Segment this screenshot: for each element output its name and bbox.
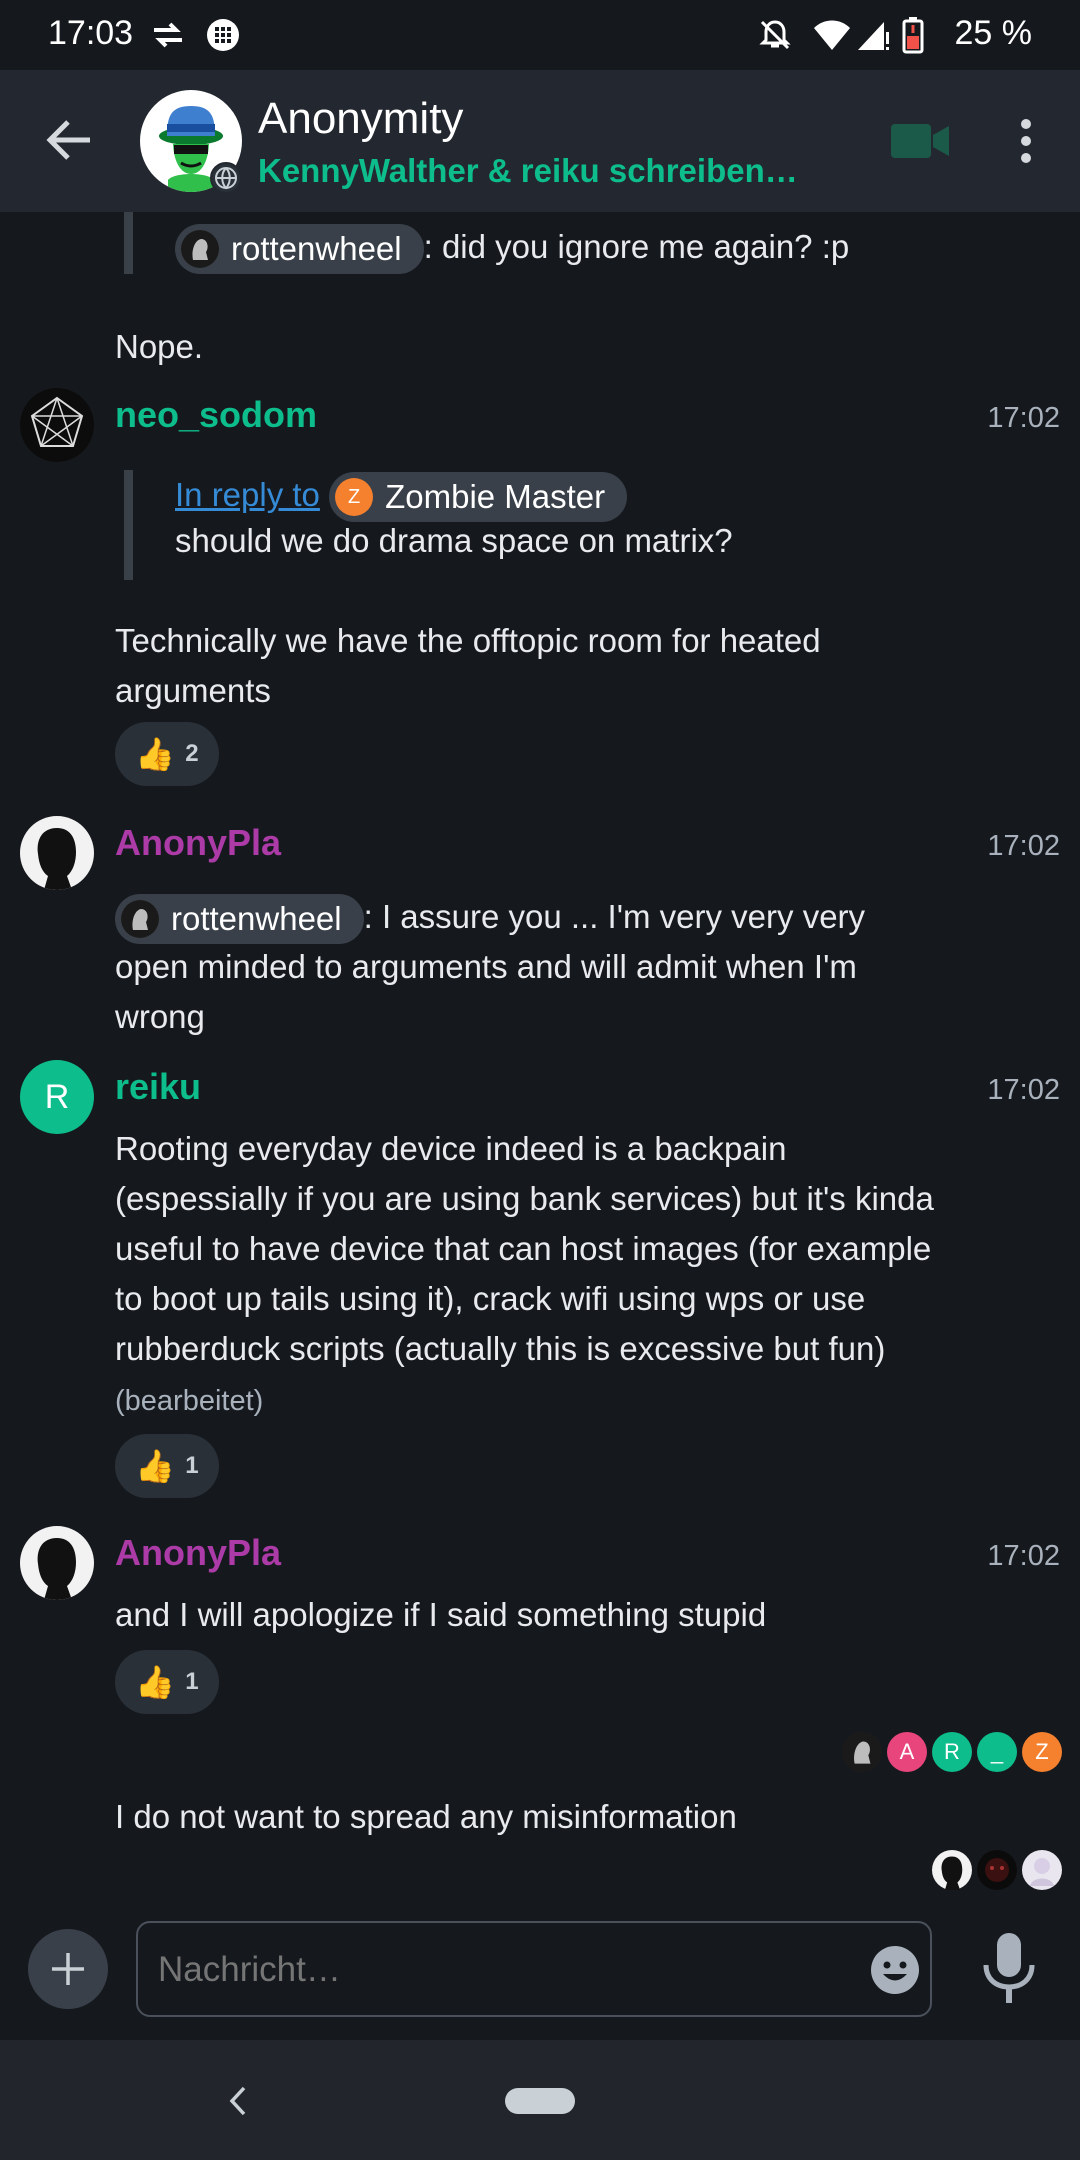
plus-icon [52, 1953, 84, 1985]
status-bar: 17:03 25 % [0, 0, 1080, 70]
battery-icon [902, 17, 924, 54]
message-composer [0, 1895, 1080, 2040]
cell-signal-icon [858, 22, 889, 50]
thumbs-up-icon: 👍 [135, 736, 176, 772]
message-text: I do not want to spread any misinformati… [115, 1798, 737, 1835]
reaction-thumbs-up[interactable]: 👍 1 [115, 1650, 219, 1714]
receipt-avatar [842, 1732, 882, 1772]
sender-name[interactable]: neo_sodom [115, 394, 317, 436]
receipt-avatar [977, 1850, 1017, 1890]
timeline[interactable]: rottenwheel : did you ignore me again? :… [0, 212, 1080, 1895]
back-arrow-icon[interactable] [46, 118, 94, 162]
emoji-icon[interactable] [870, 1945, 920, 1995]
room-header: Anonymity KennyWalther & reiku schreiben… [0, 70, 1080, 212]
timestamp: 17:02 [987, 402, 1060, 434]
reaction-count: 2 [185, 740, 199, 767]
receipt-avatar: Z [1022, 1732, 1062, 1772]
user-avatar-anonypla[interactable] [20, 1526, 94, 1600]
quoted-message: rottenwheel : did you ignore me again? :… [175, 222, 849, 275]
receipt-avatar: R [932, 1732, 972, 1772]
message-text: open minded to arguments and will admit … [115, 948, 857, 1035]
quoted-text: should we do drama space on matrix? [175, 522, 733, 559]
message-input-box[interactable] [136, 1921, 932, 2017]
microphone-icon[interactable] [978, 1931, 1040, 2007]
pentagon-avatar-icon [30, 396, 84, 447]
silhouette-avatar-icon [37, 828, 76, 890]
thumbs-up-icon: 👍 [135, 1448, 176, 1484]
receipt-avatar [932, 1850, 972, 1890]
status-time: 17:03 [48, 14, 134, 52]
sender-name[interactable]: AnonyPla [115, 1532, 281, 1574]
timestamp: 17:02 [987, 1074, 1060, 1106]
nav-back-icon[interactable] [228, 2086, 248, 2116]
reply-header: In reply to Z Zombie Master [175, 470, 628, 523]
message-text: Nope. [115, 328, 204, 365]
sender-name[interactable]: reiku [115, 1066, 201, 1108]
message-text: Technically we have the offtopic room fo… [115, 622, 821, 709]
message-text: and I will apologize if I said something… [115, 1596, 767, 1633]
message-input[interactable] [156, 1945, 840, 1995]
silhouette-avatar-icon [37, 1538, 76, 1600]
more-options-icon[interactable] [1012, 116, 1040, 166]
user-mention-pill[interactable]: rottenwheel [175, 224, 424, 275]
mention-avatar [121, 900, 159, 939]
mention-avatar [181, 230, 219, 269]
edited-label: (bearbeitet) [115, 1385, 264, 1417]
sender-name[interactable]: AnonyPla [115, 822, 281, 864]
data-transfer-icon [154, 22, 182, 48]
quote-bar [124, 212, 133, 274]
reaction-thumbs-up[interactable]: 👍 2 [115, 722, 219, 786]
receipt-avatar: _ [977, 1732, 1017, 1772]
user-avatar-anonypla[interactable] [20, 816, 94, 890]
message-text: Rooting everyday device indeed is a back… [115, 1130, 934, 1367]
reaction-count: 1 [185, 1452, 199, 1479]
user-mention-pill[interactable]: rottenwheel [115, 894, 364, 945]
user-mention-pill[interactable]: Z Zombie Master [329, 472, 628, 523]
reaction-count: 1 [185, 1668, 199, 1695]
receipt-avatar [1022, 1850, 1062, 1890]
home-pill[interactable] [505, 2088, 575, 2114]
mention-avatar: Z [335, 478, 374, 517]
read-receipts[interactable] [932, 1850, 1062, 1890]
app-notification-icon [207, 19, 239, 51]
reply-quote-bar [124, 470, 133, 580]
in-reply-to-link[interactable]: In reply to [175, 476, 320, 513]
battery-level: 25 % [954, 14, 1033, 52]
notifications-muted-icon [759, 20, 791, 50]
read-receipts[interactable]: A R _ Z [842, 1732, 1062, 1772]
reaction-thumbs-up[interactable]: 👍 1 [115, 1434, 219, 1498]
typing-indicator: KennyWalther & reiku schreiben… [258, 152, 798, 189]
message-body: Rooting everyday device indeed is a back… [115, 1124, 965, 1426]
thumbs-up-icon: 👍 [135, 1664, 176, 1700]
timestamp: 17:02 [987, 1540, 1060, 1572]
receipt-avatar: A [887, 1732, 927, 1772]
video-call-icon[interactable] [890, 122, 950, 160]
user-avatar-reiku[interactable]: R [20, 1060, 94, 1134]
user-avatar-neo-sodom[interactable] [20, 388, 94, 462]
attach-button[interactable] [28, 1929, 108, 2009]
wifi-icon [814, 20, 850, 50]
message-text-line: rottenwheel : I assure you ... I'm very … [115, 892, 865, 945]
system-navigation-bar [0, 2040, 1080, 2160]
public-room-globe-icon [210, 162, 242, 194]
timestamp: 17:02 [987, 830, 1060, 862]
room-title[interactable]: Anonymity [258, 94, 463, 144]
